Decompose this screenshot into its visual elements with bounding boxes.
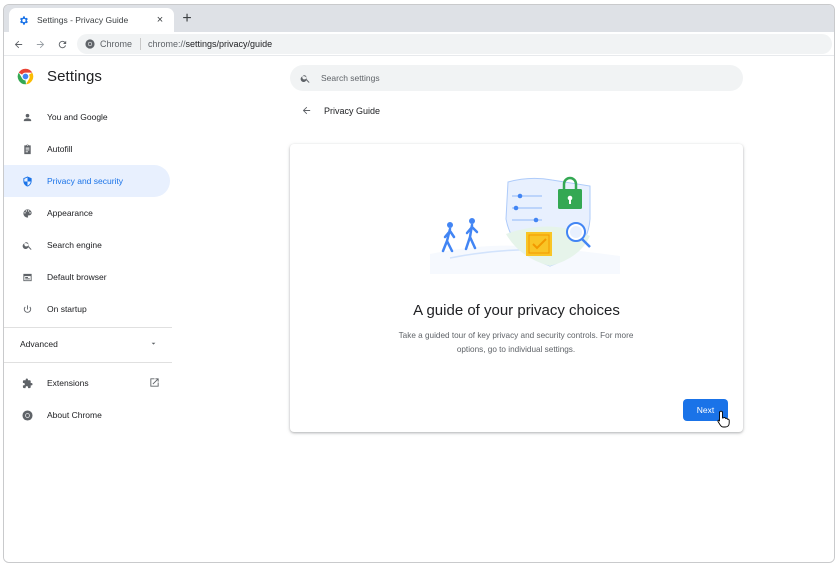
reload-button[interactable] [54,36,70,52]
forward-button[interactable] [32,36,48,52]
sidebar-item-label: Search engine [47,240,102,250]
sidebar-item-on-startup[interactable]: On startup [4,293,170,325]
url-path: settings/privacy/guide [185,39,273,49]
sidebar-item-label: You and Google [47,112,108,122]
address-bar[interactable]: Chrome chrome://settings/privacy/guide [77,34,832,54]
url-text: chrome://settings/privacy/guide [148,39,272,49]
sidebar-item-label: On startup [47,304,87,314]
back-arrow-icon [14,40,22,48]
sidebar-item-autofill[interactable]: Autofill [4,133,170,165]
privacy-guide-header: Privacy Guide [301,105,380,116]
site-label: Chrome [100,39,133,49]
clipboard-icon [21,143,33,155]
privacy-guide-description: Take a guided tour of key privacy and se… [398,331,634,354]
chrome-icon [85,39,95,49]
tab-strip: Settings - Privacy Guide × + [4,5,834,32]
settings-page: Settings Search settings You and Google … [4,57,834,562]
sidebar-item-you-and-google[interactable]: You and Google [4,101,170,133]
forward-arrow-icon [36,40,44,48]
sidebar-item-privacy-and-security[interactable]: Privacy and security [4,165,170,197]
privacy-guide-illustration [430,176,620,274]
privacy-guide-heading: A guide of your privacy choices [413,302,620,319]
sidebar: You and Google Autofill Privacy and secu… [4,101,174,431]
sidebar-item-label: Privacy and security [47,176,124,186]
sidebar-divider [4,362,172,363]
shield-icon [21,175,33,187]
gear-icon [17,14,29,26]
chrome-icon [21,409,33,421]
reload-icon [58,40,66,48]
power-icon [21,303,33,315]
sidebar-item-label: Appearance [47,208,93,218]
back-button[interactable] [10,36,26,52]
search-placeholder: Search settings [321,73,380,83]
sidebar-item-label: Autofill [47,144,73,154]
chrome-logo-icon [17,68,34,85]
sidebar-item-advanced[interactable]: Advanced [4,328,170,360]
privacy-guide-title: Privacy Guide [324,105,381,116]
tab-settings[interactable]: Settings - Privacy Guide × [9,8,174,32]
person-icon [21,111,33,123]
site-info-chip[interactable]: Chrome [85,38,142,50]
sidebar-item-appearance[interactable]: Appearance [4,197,170,229]
close-tab-icon[interactable]: × [154,14,166,26]
sidebar-item-label: About Chrome [47,410,102,420]
search-icon [21,239,33,251]
sidebar-item-default-browser[interactable]: Default browser [4,261,170,293]
advanced-label: Advanced [20,339,58,349]
sidebar-item-label: Extensions [47,378,89,388]
sidebar-item-about-chrome[interactable]: About Chrome [4,399,170,431]
new-tab-button[interactable]: + [178,10,196,28]
sidebar-item-label: Default browser [47,272,107,282]
sidebar-item-search-engine[interactable]: Search engine [4,229,170,261]
browser-icon [21,271,33,283]
open-in-new-icon [150,378,159,387]
toolbar: Chrome chrome://settings/privacy/guide [4,32,834,56]
tab-title: Settings - Privacy Guide [37,15,129,25]
chevron-down-icon [151,342,156,345]
search-icon [300,74,310,83]
hand-cursor-icon [717,410,730,428]
browser-window: Settings - Privacy Guide × + Chrome chro… [3,4,835,563]
settings-header: Settings [17,68,102,85]
search-settings-input[interactable]: Search settings [290,65,743,91]
back-arrow-icon[interactable] [301,105,312,116]
privacy-guide-card: A guide of your privacy choices Take a g… [290,144,743,432]
palette-icon [21,207,33,219]
page-title: Settings [47,68,102,85]
url-prefix: chrome:// [148,39,186,49]
sidebar-item-extensions[interactable]: Extensions [4,367,170,399]
puzzle-icon [21,377,33,389]
